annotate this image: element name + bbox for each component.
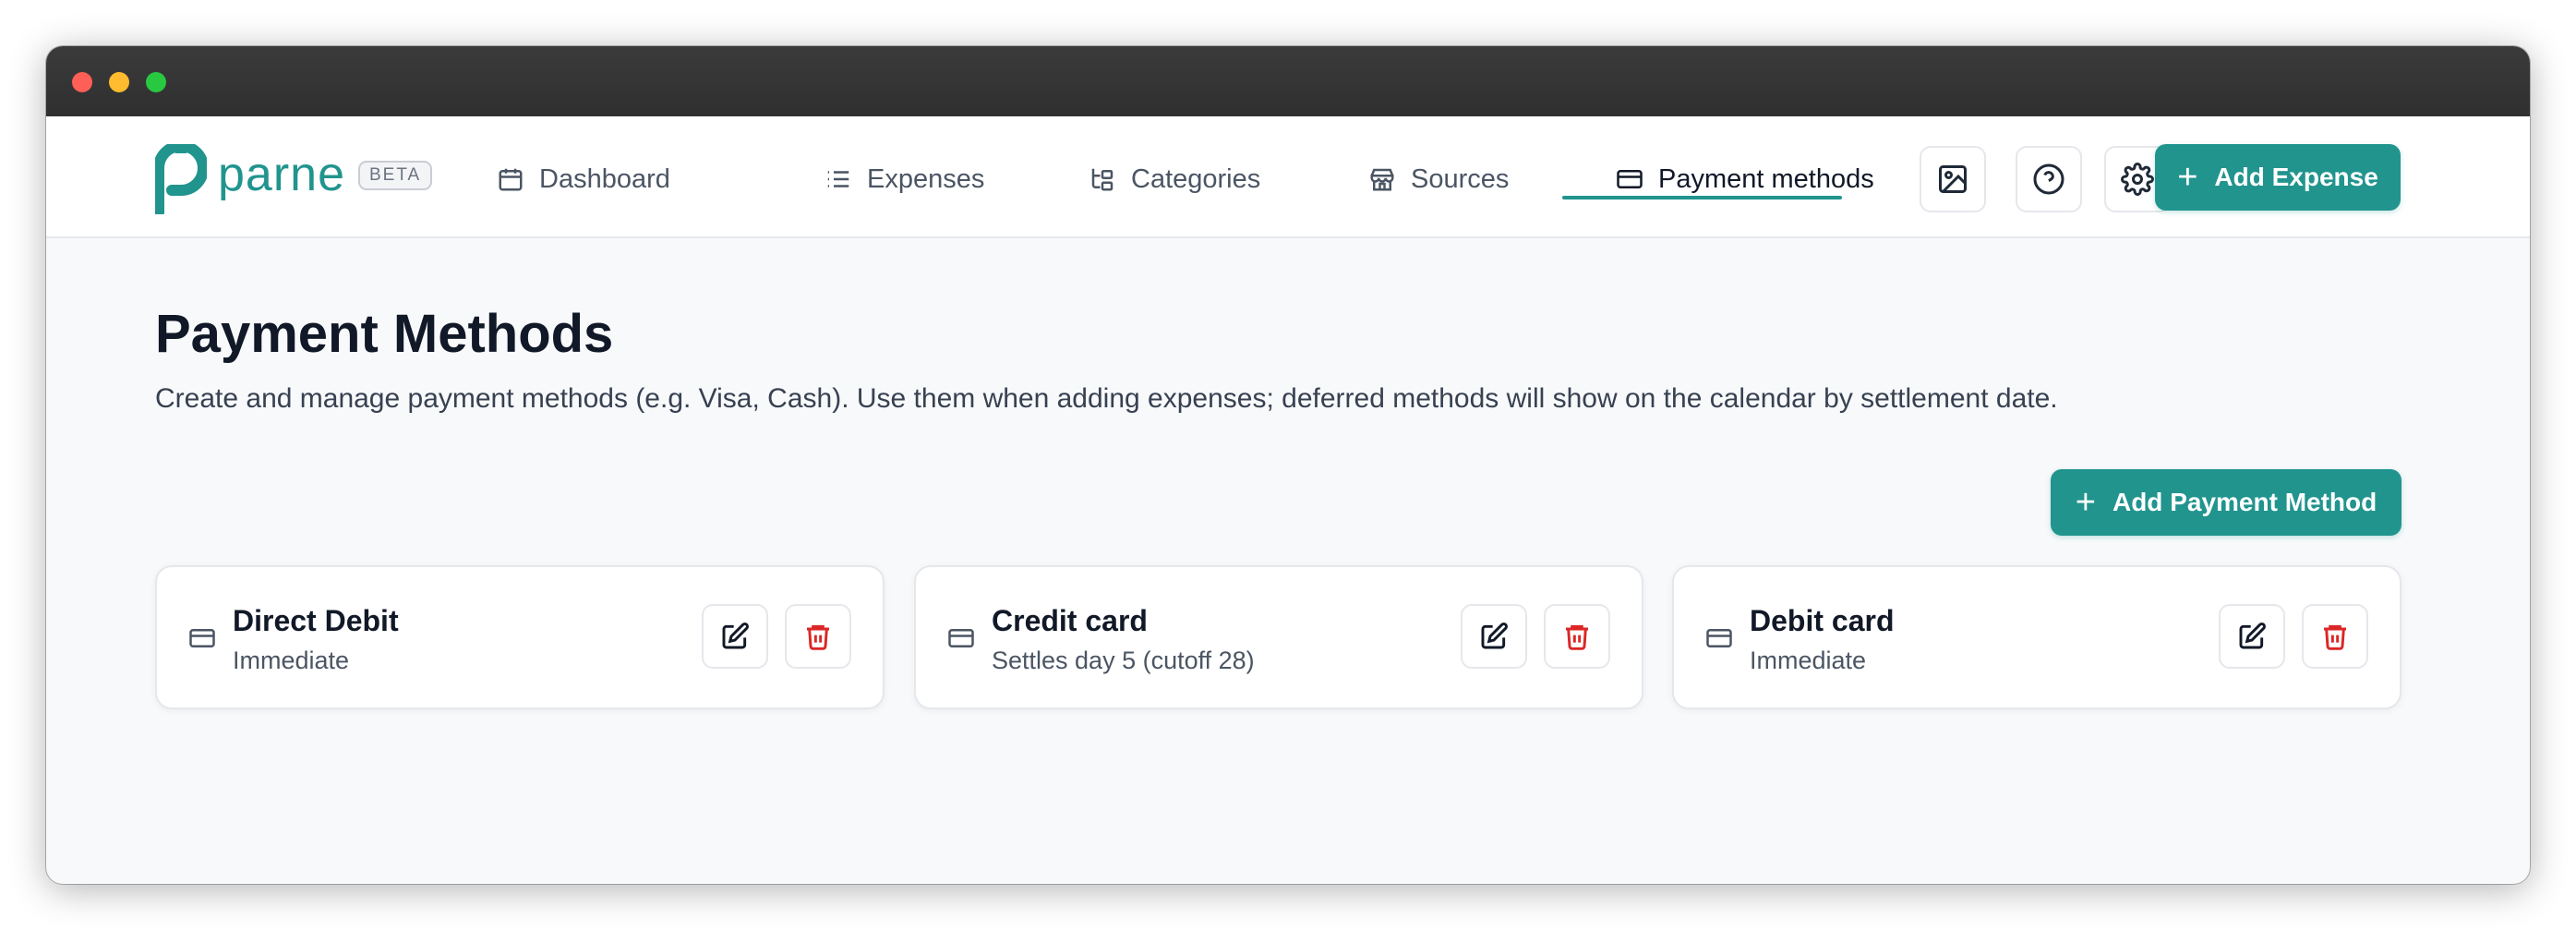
close-window-button[interactable] [72, 72, 92, 92]
plus-icon: + [2177, 158, 2198, 197]
payment-method-card: Debit card Immediate [1672, 565, 2401, 709]
credit-card-icon [947, 624, 975, 652]
calendar-icon [499, 168, 523, 191]
top-navbar: parne BETA Dashboard Expenses Categories… [46, 116, 2530, 238]
nav-categories[interactable]: Categories [1089, 161, 1260, 198]
credit-card-icon [188, 624, 216, 652]
nav-categories-label: Categories [1131, 163, 1261, 194]
edit-icon [2239, 623, 2266, 649]
nav-payment-methods-label: Payment methods [1658, 163, 1874, 194]
delete-button[interactable] [2302, 604, 2368, 669]
gear-icon [2121, 163, 2154, 196]
brand-logo[interactable]: parne BETA [155, 144, 433, 214]
help-icon [2033, 163, 2064, 195]
trash-icon [1566, 624, 1588, 650]
brand-name: parne [218, 148, 345, 201]
add-expense-label: Add Expense [2214, 163, 2378, 191]
credit-card-icon [1617, 170, 1643, 188]
nav-sources[interactable]: Sources [1368, 161, 1509, 198]
delete-button[interactable] [1544, 604, 1610, 669]
minimize-window-button[interactable] [109, 72, 129, 92]
parne-logo-icon [155, 144, 207, 214]
payment-method-name: Credit card [992, 604, 1148, 637]
beta-badge: BETA [358, 161, 433, 190]
add-payment-method-label: Add Payment Method [2112, 488, 2377, 516]
payment-method-detail: Immediate [1750, 647, 1867, 674]
active-tab-indicator [1562, 196, 1842, 200]
nav-expenses[interactable]: Expenses [825, 161, 984, 198]
window-titlebar [46, 46, 2530, 116]
list-icon [827, 171, 849, 187]
page-description: Create and manage payment methods (e.g. … [155, 383, 2058, 414]
payment-method-card: Credit card Settles day 5 (cutoff 28) [914, 565, 1643, 709]
payment-method-card: Direct Debit Immediate [155, 565, 885, 709]
nav-dashboard[interactable]: Dashboard [497, 161, 670, 198]
trash-icon [807, 624, 829, 650]
nav-dashboard-label: Dashboard [539, 163, 670, 194]
payment-method-name: Direct Debit [233, 604, 399, 637]
store-icon [1370, 168, 1394, 191]
edit-icon [1481, 623, 1508, 649]
page-title: Payment Methods [155, 304, 614, 364]
payment-method-detail: Settles day 5 (cutoff 28) [992, 647, 1255, 674]
tree-icon [1091, 168, 1113, 191]
maximize-window-button[interactable] [146, 72, 166, 92]
image-icon [1939, 165, 1967, 193]
help-button[interactable] [2016, 146, 2082, 212]
nav-expenses-label: Expenses [867, 163, 985, 194]
edit-icon [722, 623, 749, 649]
trash-icon [2324, 624, 2346, 650]
add-payment-method-button[interactable]: + Add Payment Method [2051, 469, 2401, 536]
edit-button[interactable] [2219, 604, 2285, 669]
app-window: parne BETA Dashboard Expenses Categories… [46, 46, 2530, 884]
delete-button[interactable] [785, 604, 851, 669]
add-expense-button[interactable]: + Add Expense [2155, 144, 2401, 211]
image-button[interactable] [1920, 146, 1986, 212]
credit-card-icon [1705, 624, 1733, 652]
plus-icon: + [2075, 483, 2096, 522]
nav-sources-label: Sources [1411, 163, 1510, 194]
payment-method-detail: Immediate [233, 647, 350, 674]
edit-button[interactable] [702, 604, 768, 669]
payment-method-name: Debit card [1750, 604, 1895, 637]
edit-button[interactable] [1461, 604, 1527, 669]
nav-payment-methods[interactable]: Payment methods [1616, 161, 1874, 198]
